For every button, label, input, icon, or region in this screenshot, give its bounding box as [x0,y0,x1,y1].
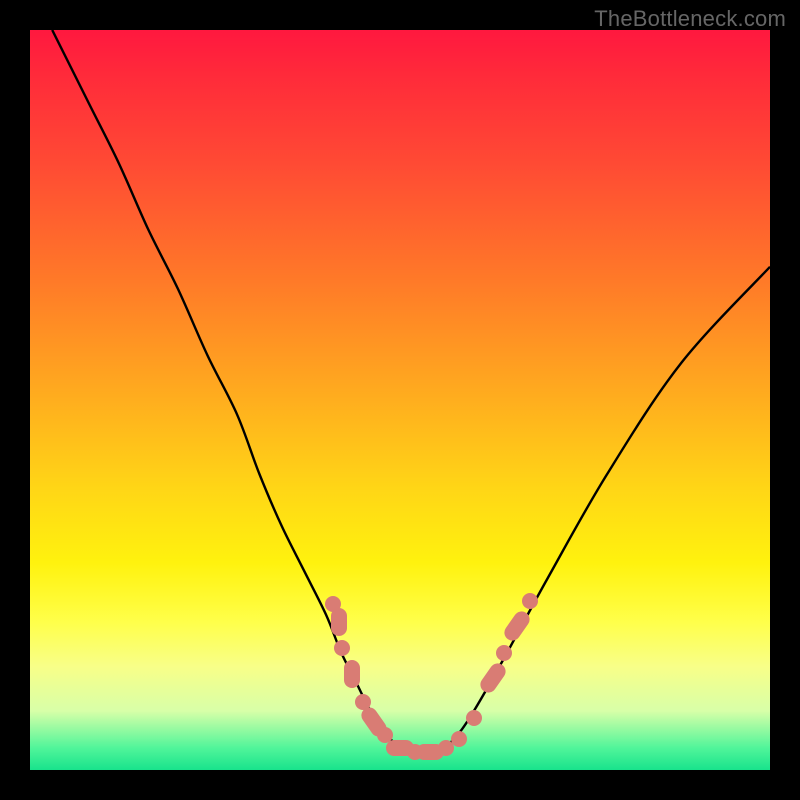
bottleneck-curve [52,30,770,756]
curve-marker [496,645,512,661]
curve-marker [334,640,350,656]
app-frame: TheBottleneck.com [0,0,800,800]
curve-marker [466,710,482,726]
curve-layer [30,30,770,770]
curve-marker [522,593,538,609]
curve-marker [331,608,347,636]
watermark-label: TheBottleneck.com [594,6,786,32]
curve-marker [344,660,360,688]
curve-marker [451,731,467,747]
plot-area [30,30,770,770]
